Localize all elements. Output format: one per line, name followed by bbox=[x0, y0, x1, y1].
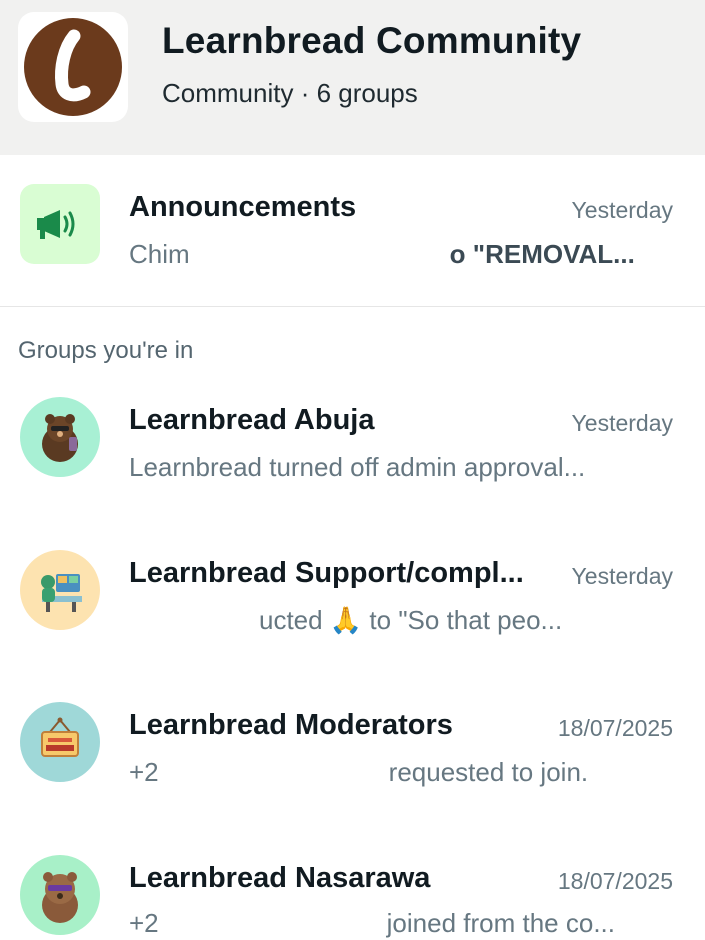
group-preview: +2 joined from the co... bbox=[129, 908, 669, 940]
group-preview: +2 requested to join. bbox=[129, 757, 669, 789]
group-time: 18/07/2025 bbox=[557, 715, 673, 741]
section-divider bbox=[0, 306, 705, 307]
megaphone-icon bbox=[20, 184, 100, 264]
group-time: 18/07/2025 bbox=[557, 868, 673, 894]
announcements-preview-end: o "REMOVAL... bbox=[449, 239, 635, 269]
community-logo[interactable] bbox=[18, 12, 128, 122]
group-preview: Learnbread turned off admin approval... bbox=[129, 452, 586, 482]
announcements-preview-start: Chim bbox=[129, 239, 190, 269]
community-subtitle: Community · 6 groups bbox=[162, 78, 418, 108]
community-header[interactable]: Learnbread Community Community · 6 group… bbox=[0, 0, 705, 155]
group-row-nasarawa[interactable]: Learnbread Nasarawa 18/07/2025 +2 joined … bbox=[0, 838, 705, 940]
support-desk-avatar-icon bbox=[20, 550, 100, 630]
group-time: Yesterday bbox=[571, 563, 673, 589]
group-row-support[interactable]: Learnbread Support/compl... Yesterday uc… bbox=[0, 533, 705, 683]
group-time: Yesterday bbox=[571, 410, 673, 436]
redaction bbox=[129, 608, 259, 637]
group-name: Learnbread Moderators bbox=[129, 709, 453, 741]
group-preview-text: ucted 🙏 to "So that peo... bbox=[259, 605, 563, 635]
group-preview-start: +2 bbox=[129, 908, 159, 938]
group-preview: ucted 🙏 to "So that peo... bbox=[129, 605, 669, 637]
bear-sunglasses-avatar-icon bbox=[20, 855, 100, 935]
learnbread-logo-icon bbox=[24, 18, 122, 116]
group-name: Learnbread Nasarawa bbox=[129, 862, 431, 894]
group-row-abuja[interactable]: Learnbread Abuja Yesterday Learnbread tu… bbox=[0, 380, 705, 530]
bear-avatar-icon bbox=[20, 397, 100, 477]
community-title: Learnbread Community bbox=[162, 20, 582, 61]
group-name: Learnbread Support/compl... bbox=[129, 557, 524, 589]
announcements-time: Yesterday bbox=[571, 197, 673, 223]
announcements-row[interactable]: Announcements Yesterday Chim o "REMOVAL..… bbox=[0, 155, 705, 306]
redaction bbox=[158, 911, 387, 940]
groups-section-label: Groups you're in bbox=[18, 337, 194, 364]
group-row-moderators[interactable]: Learnbread Moderators 18/07/2025 +2 reque… bbox=[0, 685, 705, 835]
redaction bbox=[158, 760, 389, 789]
group-name: Learnbread Abuja bbox=[129, 404, 375, 436]
redaction bbox=[189, 242, 450, 271]
announcements-name: Announcements bbox=[129, 191, 357, 223]
group-preview-start: +2 bbox=[129, 757, 159, 787]
announcements-preview: Chim o "REMOVAL... bbox=[129, 239, 669, 271]
open-sign-avatar-icon bbox=[20, 702, 100, 782]
group-preview-text: requested to join. bbox=[388, 757, 589, 787]
group-preview-text: joined from the co... bbox=[386, 908, 615, 938]
